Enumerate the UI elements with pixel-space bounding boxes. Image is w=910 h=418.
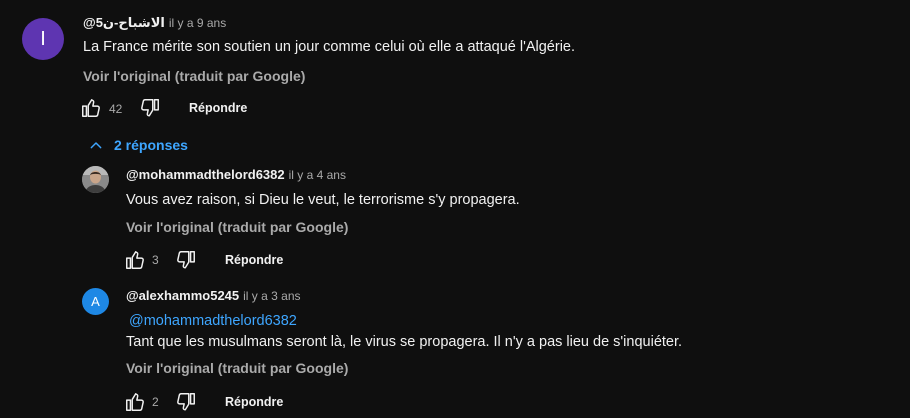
reply-header: @mohammadthelord6382 il y a 4 ans bbox=[126, 167, 346, 182]
reply-button[interactable]: Répondre bbox=[225, 395, 283, 409]
reply-text: Tant que les musulmans seront là, le vir… bbox=[126, 334, 683, 350]
translate-link[interactable]: Voir l'original (traduit par Google) bbox=[126, 360, 348, 376]
like-count: 2 bbox=[152, 395, 159, 409]
translate-link[interactable]: Voir l'original (traduit par Google) bbox=[126, 219, 348, 235]
reply-author[interactable]: @mohammadthelord6382 bbox=[126, 167, 285, 182]
reply-avatar-photo[interactable] bbox=[82, 166, 109, 193]
comment-author[interactable]: @الاشباح-ن5 bbox=[83, 15, 165, 30]
like-icon[interactable] bbox=[80, 97, 102, 119]
reply-text: Vous avez raison, si Dieu le veut, le te… bbox=[126, 192, 520, 208]
comment-timestamp[interactable]: il y a 9 ans bbox=[169, 16, 226, 30]
dislike-icon[interactable] bbox=[175, 391, 197, 413]
reply-mention-link[interactable]: @mohammadthelord6382 bbox=[129, 313, 297, 329]
user-photo-icon bbox=[82, 166, 109, 193]
replies-count-label: 2 réponses bbox=[114, 137, 188, 153]
like-count: 42 bbox=[109, 102, 123, 116]
reply-header: @alexhammo5245 il y a 3 ans bbox=[126, 288, 301, 303]
dislike-icon[interactable] bbox=[139, 97, 161, 119]
reply-author[interactable]: @alexhammo5245 bbox=[126, 288, 239, 303]
avatar-letter: I bbox=[40, 27, 46, 50]
reply-timestamp[interactable]: il y a 4 ans bbox=[289, 168, 346, 182]
reply-button[interactable]: Répondre bbox=[225, 253, 283, 267]
translate-link[interactable]: Voir l'original (traduit par Google) bbox=[83, 68, 305, 84]
chevron-up-icon bbox=[90, 142, 102, 149]
reply-timestamp[interactable]: il y a 3 ans bbox=[243, 289, 300, 303]
dislike-icon[interactable] bbox=[175, 249, 197, 271]
replies-toggle[interactable]: 2 réponses bbox=[88, 137, 188, 153]
like-icon[interactable] bbox=[124, 391, 146, 413]
comment-text: La France mérite son soutien un jour com… bbox=[83, 39, 576, 55]
like-count: 3 bbox=[152, 253, 159, 267]
comment-header: @الاشباح-ن5 il y a 9 ans bbox=[83, 15, 226, 31]
reply-avatar[interactable]: A bbox=[82, 288, 109, 315]
like-icon[interactable] bbox=[124, 249, 146, 271]
avatar[interactable]: I bbox=[22, 18, 64, 60]
reply-button[interactable]: Répondre bbox=[189, 101, 247, 115]
avatar-letter: A bbox=[91, 294, 100, 309]
